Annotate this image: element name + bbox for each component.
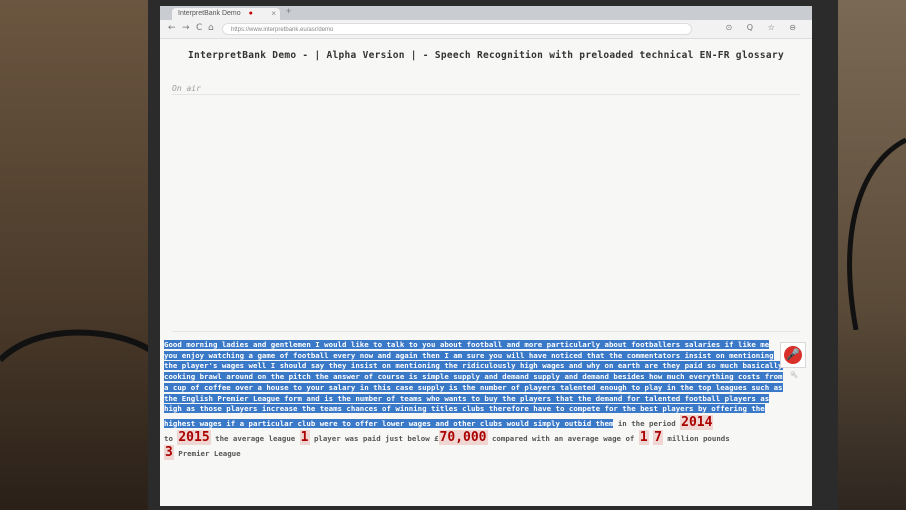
microphone-button[interactable]: 🎤 [780,342,806,368]
recognized-number: 2014 [680,414,714,430]
back-icon[interactable]: ← [168,23,176,33]
mouse-cursor-icon: ↖ [790,370,799,381]
divider [172,331,800,332]
browser-tab[interactable]: InterpretBank Demo ● × [172,8,280,20]
microphone-icon: 🎤 [784,346,802,364]
forward-icon[interactable]: → [182,23,190,33]
reload-icon[interactable]: C [196,23,202,33]
toolbar-icons[interactable]: ⊙ Q ☆ ⊖ [725,23,802,32]
tab-close-icon[interactable]: × [271,8,276,20]
browser-toolbar: ← → C ⌂ https://www.interpretbank.eu/asr… [160,20,812,39]
recognized-number: 3 [164,444,174,460]
transcript-text: player was paid just below £ [309,433,439,443]
home-icon[interactable]: ⌂ [208,23,214,33]
transcript-text: compared with an average wage of [487,433,639,443]
transcript-text: the average league [210,433,300,443]
status-on-air: On air [172,84,201,93]
new-tab-button[interactable]: + [286,6,291,16]
recognized-number: 1 [638,429,649,445]
recording-dot-icon: ● [248,10,253,17]
divider [172,94,800,95]
transcript-text: to [164,433,178,443]
cable-left [0,329,150,363]
browser-tabstrip: InterpretBank Demo ● × + [160,6,812,20]
page-title: InterpretBank Demo - | Alpha Version | -… [188,50,784,61]
transcript-text: in the period [613,418,681,428]
address-bar[interactable]: https://www.interpretbank.eu/asr/demo [222,23,692,35]
recognized-number: 7 [653,429,663,445]
transcript-text: million pounds [662,433,730,443]
recognized-number: 70,000 [438,429,488,445]
recognized-number: 2015 [177,429,211,445]
tab-title: InterpretBank Demo [178,10,241,17]
monitor-screen: InterpretBank Demo ● × + ← → C ⌂ https:/… [160,6,812,506]
recognized-number: 1 [299,429,310,445]
transcript-area[interactable]: Good morning ladies and gentlemen I woul… [164,340,784,460]
transcript-text: Premier League [173,448,241,458]
